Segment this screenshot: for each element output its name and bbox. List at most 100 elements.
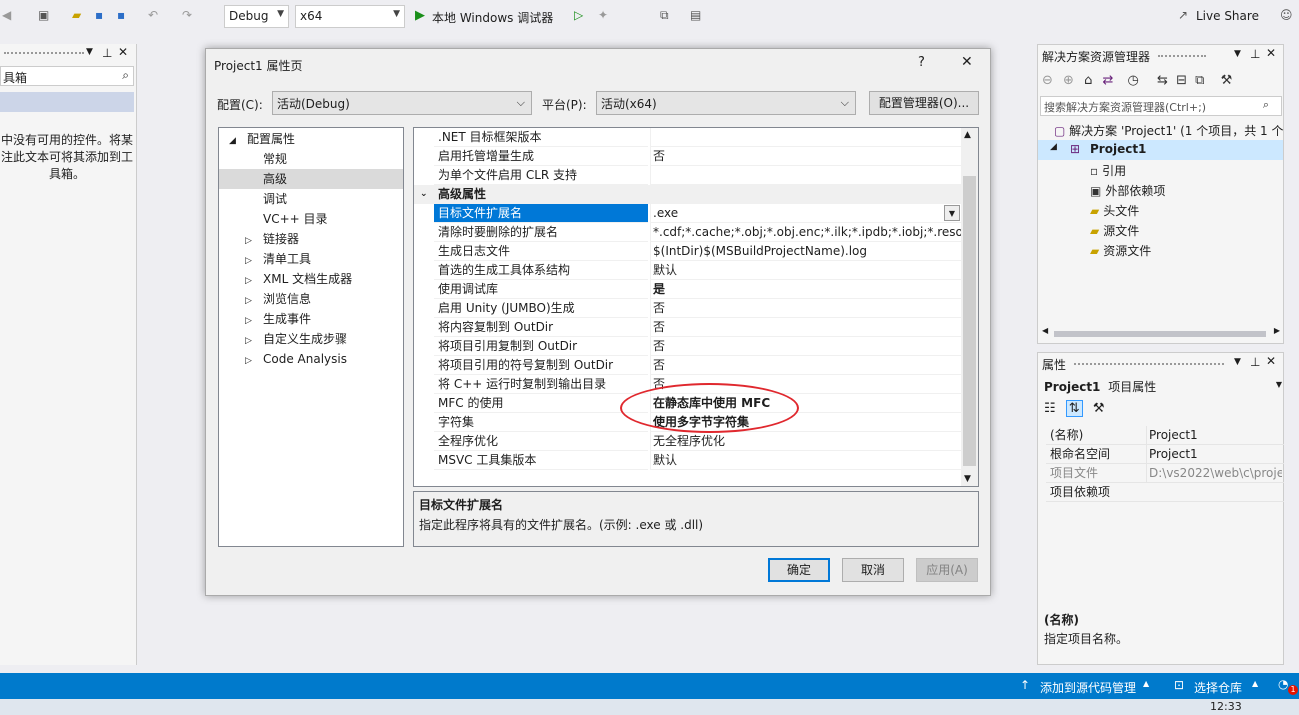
live-share-button[interactable]: Live Share xyxy=(1196,9,1259,23)
config-combo[interactable]: Debug ▼ xyxy=(224,5,289,28)
save-icon[interactable]: ▪ xyxy=(95,8,111,24)
back-icon[interactable]: ◀ xyxy=(2,8,18,24)
solution-item[interactable]: ▰ 资源文件 xyxy=(1090,242,1151,259)
close-icon[interactable]: ✕ xyxy=(1266,354,1276,368)
switch-views-icon[interactable]: ⇄ xyxy=(1103,73,1114,88)
property-row[interactable]: 将内容复制到 OutDir 否 xyxy=(414,318,978,337)
grid-scrollbar[interactable]: ▲ ▼ xyxy=(961,128,978,486)
apply-button[interactable]: 应用(A) xyxy=(916,558,978,582)
pin-icon[interactable]: ⊥ xyxy=(1250,355,1260,369)
scroll-down-icon[interactable]: ▼ xyxy=(964,474,971,484)
horizontal-scrollbar[interactable]: ◀ ▶ xyxy=(1042,326,1280,339)
scroll-right-icon[interactable]: ▶ xyxy=(1274,326,1280,335)
property-value[interactable]: *.cdf;*.cache;*.obj;*.obj.enc;*.ilk;*.ip… xyxy=(650,223,962,242)
close-icon[interactable]: ✕ xyxy=(1266,46,1276,60)
property-row[interactable]: 清除时要删除的扩展名 *.cdf;*.cache;*.obj;*.obj.enc;… xyxy=(414,223,978,242)
tree-item[interactable]: ▷ 清单工具 xyxy=(219,249,403,269)
scroll-thumb[interactable] xyxy=(963,176,976,466)
add-to-source-control-button[interactable]: 添加到源代码管理 xyxy=(1040,679,1136,696)
props-row-value[interactable]: D:\vs2022\web\c\proje xyxy=(1146,464,1282,483)
tree-item[interactable]: 调试 xyxy=(219,189,403,209)
tree-item[interactable]: ▷ 自定义生成步骤 xyxy=(219,329,403,349)
props-row[interactable]: 项目依赖项 xyxy=(1046,483,1284,502)
browse-icon[interactable]: ⧉ xyxy=(660,8,676,24)
property-row[interactable]: 将项目引用复制到 OutDir 否 xyxy=(414,337,978,356)
tree-item[interactable]: 高级 xyxy=(219,169,403,189)
redo-icon[interactable]: ↷ xyxy=(182,8,198,24)
property-value[interactable]: 否 xyxy=(650,299,962,318)
drag-grip[interactable] xyxy=(4,51,84,58)
property-row[interactable]: 全程序优化 无全程序优化 xyxy=(414,432,978,451)
tree-item[interactable]: ▷ 浏览信息 xyxy=(219,289,403,309)
scroll-left-icon[interactable]: ◀ xyxy=(1042,326,1048,335)
tree-item[interactable]: ▷ Code Analysis xyxy=(219,349,403,369)
sync-icon[interactable]: ⇆ xyxy=(1157,73,1168,88)
property-value[interactable]: 否 xyxy=(650,337,962,356)
property-value[interactable]: 否 xyxy=(650,318,962,337)
property-value[interactable]: 无全程序优化 xyxy=(650,432,962,451)
toolbox-search[interactable]: 具箱 ⌕ xyxy=(0,66,134,86)
property-row[interactable]: .NET 目标框架版本 xyxy=(414,128,978,147)
expand-icon[interactable]: ▷ xyxy=(245,231,259,251)
props-row-value[interactable]: Project1 xyxy=(1146,445,1282,464)
select-repo-button[interactable]: 选择仓库 xyxy=(1194,679,1242,696)
property-value[interactable]: $(IntDir)$(MSBuildProjectName).log xyxy=(650,242,962,261)
alphabetical-icon[interactable]: ⇅ xyxy=(1065,400,1083,417)
tree-item[interactable]: VC++ 目录 xyxy=(219,209,403,229)
home-icon[interactable]: ⌂ xyxy=(1084,73,1092,88)
scroll-up-icon[interactable]: ▲ xyxy=(964,130,971,140)
solution-root[interactable]: ▢ 解决方案 'Project1' (1 个项目，共 1 个 xyxy=(1054,122,1284,139)
property-pages-icon[interactable]: ⚒ xyxy=(1093,401,1105,416)
expand-icon[interactable]: ▷ xyxy=(245,351,259,371)
props-row-value[interactable]: Project1 xyxy=(1146,426,1282,445)
property-row[interactable]: 启用 Unity (JUMBO)生成否 xyxy=(414,299,978,318)
tree-item[interactable]: 常规 xyxy=(219,149,403,169)
expand-icon[interactable]: ▷ xyxy=(245,331,259,351)
chevron-down-icon[interactable]: ▼ xyxy=(944,205,960,221)
tree-item[interactable]: ▷ 链接器 xyxy=(219,229,403,249)
scroll-thumb[interactable] xyxy=(1054,331,1266,337)
chevron-down-icon[interactable]: ▼ xyxy=(86,47,93,57)
expanded-icon[interactable]: ◢ xyxy=(229,131,243,151)
tree-item[interactable]: ▷ XML 文档生成器 xyxy=(219,269,403,289)
tree-item[interactable]: ◢ 配置属性 xyxy=(219,129,403,149)
property-row[interactable]: 启用托管增量生成否 xyxy=(414,147,978,166)
pin-icon[interactable]: ⊥ xyxy=(102,46,112,60)
property-row[interactable]: MSVC 工具集版本 默认 xyxy=(414,451,978,470)
pin-icon[interactable]: ⊥ xyxy=(1250,47,1260,61)
back-icon[interactable]: ⊖ xyxy=(1042,73,1053,88)
close-icon[interactable]: ✕ xyxy=(961,54,973,70)
open-folder-icon[interactable]: ▰ xyxy=(72,8,88,24)
new-project-icon[interactable]: ▣ xyxy=(38,8,54,24)
ok-button[interactable]: 确定 xyxy=(768,558,830,582)
property-row[interactable]: 首选的生成工具体系结构 默认 xyxy=(414,261,978,280)
expand-icon[interactable]: ▷ xyxy=(245,251,259,271)
help-button[interactable]: ? xyxy=(918,55,925,70)
expand-icon[interactable]: ▷ xyxy=(245,271,259,291)
property-value[interactable]: 否 xyxy=(650,147,962,166)
save-all-icon[interactable]: ▪ xyxy=(117,8,133,24)
hot-reload-icon[interactable]: ✦ xyxy=(598,8,614,24)
run-debugger-button[interactable]: 本地 Windows 调试器 xyxy=(432,9,553,26)
property-value[interactable]: .exe xyxy=(650,204,962,223)
props-row[interactable]: 根命名空间 Project1 xyxy=(1046,445,1284,464)
property-value[interactable]: 默认 xyxy=(650,451,962,470)
run-icon[interactable]: ▶ xyxy=(415,8,431,24)
toolbox-selected-row[interactable] xyxy=(0,92,134,112)
props-row[interactable]: (名称) Project1 xyxy=(1046,426,1284,445)
tree-item[interactable]: ▷ 生成事件 xyxy=(219,309,403,329)
property-value[interactable]: 否 xyxy=(650,356,962,375)
expand-icon[interactable]: ▷ xyxy=(245,311,259,331)
properties-wrench-icon[interactable]: ⚒ xyxy=(1221,73,1233,88)
property-row[interactable]: 将项目引用的符号复制到 OutDir 否 xyxy=(414,356,978,375)
property-row[interactable]: 使用调试库是 xyxy=(414,280,978,299)
object-selector[interactable]: Project1 项目属性 ▼ xyxy=(1044,378,1282,395)
collapse-icon[interactable]: ⌄ xyxy=(420,185,428,204)
config-select[interactable]: 活动(Debug) ⌵ xyxy=(272,91,532,115)
property-row[interactable]: 为单个文件启用 CLR 支持 xyxy=(414,166,978,185)
pending-changes-icon[interactable]: ◷ xyxy=(1128,73,1139,88)
bell-icon[interactable]: ◔ xyxy=(1278,677,1288,691)
config-manager-button[interactable]: 配置管理器(O)... xyxy=(869,91,979,115)
chevron-down-icon[interactable]: ▼ xyxy=(1234,357,1241,367)
expand-icon[interactable]: ▷ xyxy=(245,291,259,311)
